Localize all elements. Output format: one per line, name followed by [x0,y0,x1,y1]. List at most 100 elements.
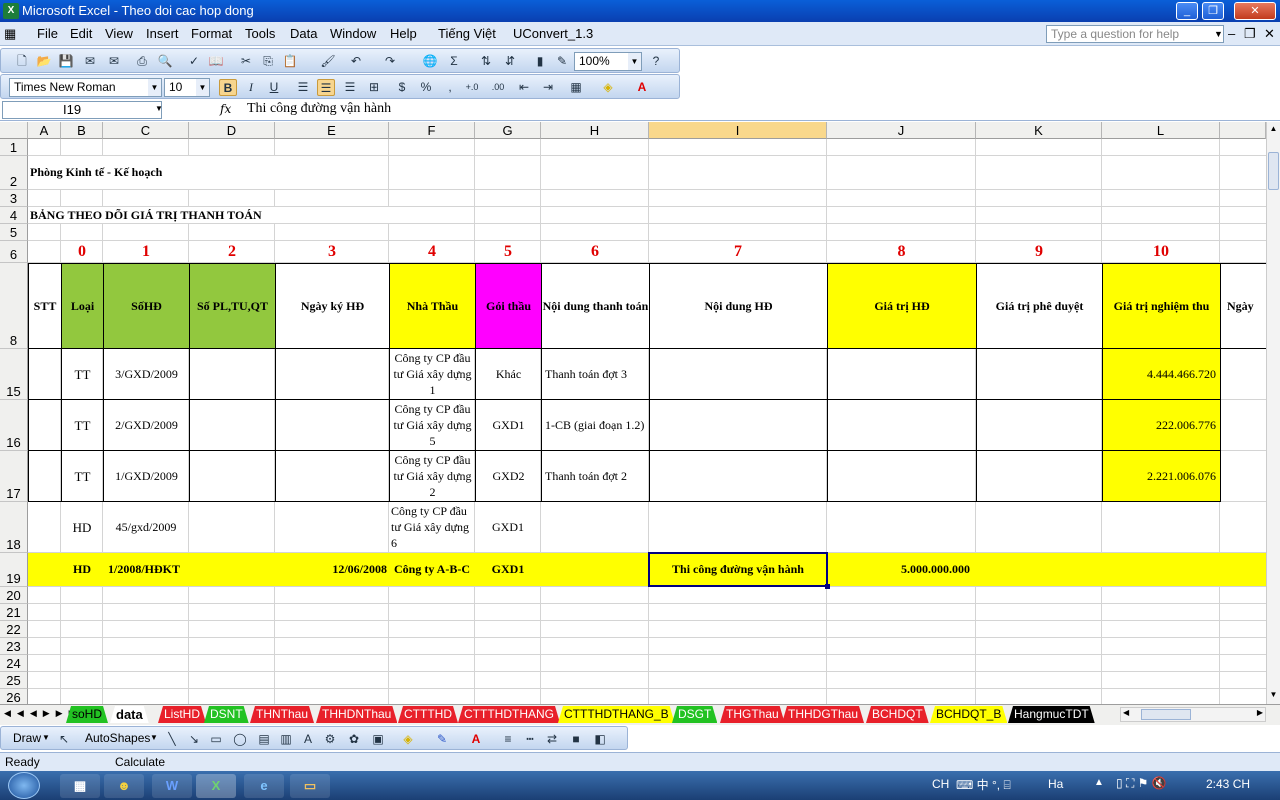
align-left-icon[interactable]: ☰ [294,79,312,96]
cell-nha-thau[interactable]: Công ty CP đầu tư Giá xây dựng 6 [389,502,475,552]
tab-sohd[interactable]: soHD [66,706,108,723]
word-icon[interactable]: W [152,774,192,798]
underline-icon[interactable]: U [265,79,283,96]
cell-nha-thau[interactable]: Công ty CP đầu tư Giá xây dựng 5 [389,399,476,451]
print-preview-icon[interactable]: 🔍 [156,53,174,70]
report-title[interactable]: BẢNG THEO DÕI GIÁ TRỊ THANH TOÁN [30,207,430,223]
row-header-17[interactable]: 17 [0,451,28,502]
tab-cttthdthang-b[interactable]: CTTTHDTHANG_B [558,706,675,723]
select-all-corner[interactable] [0,122,28,139]
header-noi-dung-tt[interactable]: Nội dung thanh toán [541,263,650,349]
doc-restore-button[interactable]: ❐ [1244,26,1256,42]
arrow-icon[interactable]: ↘ [185,731,203,748]
row-header-19[interactable]: 19 [0,553,28,587]
cell-loai[interactable]: HD [61,502,103,552]
row-header-15[interactable]: 15 [0,349,28,400]
menu-format[interactable]: Format [191,26,232,41]
department-title[interactable]: Phòng Kinh tế - Kế hoạch [30,156,330,189]
draw-menu[interactable]: Draw [13,731,41,745]
cell-gia-tri-pd[interactable] [976,399,1103,451]
open-icon[interactable]: 📂 [35,53,53,70]
header-gia-tri-hd[interactable]: Giá trị HĐ [827,263,977,349]
increase-indent-icon[interactable]: ⇥ [539,79,557,96]
font-dropdown-icon[interactable]: ▼ [148,79,161,96]
oval-icon[interactable]: ◯ [231,731,249,748]
bold-icon[interactable]: B [219,79,237,96]
scroll-right-icon[interactable]: ▶ [1257,708,1263,717]
tab-data[interactable]: data [110,706,149,723]
draw-dropdown-icon[interactable]: ▼ [42,733,50,742]
arrow-style-icon[interactable]: ⇄ [543,731,561,748]
close-window-button[interactable]: ✕ [1234,2,1276,20]
cell-gia-tri-pd[interactable] [976,450,1103,502]
scroll-thumb[interactable] [1268,152,1279,190]
header-gia-tri-nt[interactable]: Giá trị nghiệm thu [1102,263,1221,349]
font-size-select[interactable]: 10 ▼ [164,78,210,97]
worksheet-grid[interactable]: A B C D E F G H I J K L 1 2 3 4 5 6 8 15… [0,122,1266,704]
row-header-6[interactable]: 6 [0,241,28,263]
cell-goi-thau[interactable]: GXD1 [475,553,541,586]
cell-loai[interactable]: HD [61,553,103,586]
spelling-icon[interactable]: ✓ [185,53,203,70]
font-color-icon[interactable]: A [633,79,651,96]
increase-decimal-icon[interactable]: +.0 [463,79,481,96]
row-header-8[interactable]: 8 [0,263,28,349]
col-header-j[interactable]: J [827,122,976,139]
menu-tieng-viet[interactable]: Tiếng Việt [438,26,496,41]
header-noi-dung-hd[interactable]: Nội dung HĐ [649,263,828,349]
cell-sohd[interactable]: 2/GXD/2009 [103,399,190,451]
merge-center-icon[interactable]: ⊞ [365,79,383,96]
row-header-20[interactable]: 20 [0,587,28,604]
row-header-16[interactable]: 16 [0,400,28,451]
index-number[interactable]: 0 [61,241,103,262]
tab-thgthau[interactable]: THGThau [720,706,785,723]
minimize-button[interactable]: _ [1176,2,1198,20]
new-icon[interactable]: 🗋 [13,53,31,70]
row-header-1[interactable]: 1 [0,139,28,156]
picture-icon[interactable]: ▣ [369,731,387,748]
cell-loai[interactable]: TT [61,450,104,502]
cell-stt[interactable] [28,399,62,451]
col-header-m[interactable] [1220,122,1266,139]
line-color-icon[interactable]: ✎ [433,731,451,748]
cell-sohd[interactable]: 1/2008/HĐKT [103,553,223,586]
ie-icon[interactable]: e [244,774,284,798]
cell-nha-thau[interactable]: Công ty CP đầu tư Giá xây dựng 2 [389,450,476,502]
cell-loai[interactable]: TT [61,348,104,400]
tab-bchdqt[interactable]: BCHDQT [866,706,929,723]
tab-cttthdthang[interactable]: CTTTHDTHANG [458,706,560,723]
show-desktop-icon[interactable]: ▦ [60,774,100,798]
row-header-5[interactable]: 5 [0,224,28,241]
menu-edit[interactable]: Edit [70,26,92,41]
cut-icon[interactable]: ✂ [237,53,255,70]
active-cell-i19[interactable]: Thi công đường vận hành [648,552,828,587]
decrease-indent-icon[interactable]: ⇤ [515,79,533,96]
shadow-icon[interactable]: ■ [567,731,585,748]
line-style-icon[interactable]: ≡ [499,731,517,748]
menu-uconvert[interactable]: UConvert_1.3 [513,26,593,41]
col-header-k[interactable]: K [976,122,1102,139]
tab-bchdqt-b[interactable]: BCHDQT_B [930,706,1007,723]
sort-desc-icon[interactable]: ⇵ [501,53,519,70]
fx-icon[interactable]: fx [220,102,231,116]
language-indicator[interactable]: CH [932,777,949,791]
clipart-icon[interactable]: ✿ [345,731,363,748]
cell-sohd[interactable]: 1/GXD/2009 [103,450,190,502]
select-objects-icon[interactable]: ↖ [55,731,73,748]
undo-icon[interactable]: ↶ [347,53,365,70]
col-header-i[interactable]: I [649,122,827,139]
cell-stt[interactable] [28,348,62,400]
line-icon[interactable]: ╲ [163,731,181,748]
row-header-2[interactable]: 2 [0,156,28,190]
index-number[interactable]: 4 [389,241,475,262]
cell-loai[interactable]: TT [61,399,104,451]
tab-thnthau[interactable]: THNThau [250,706,314,723]
cell-goi-thau[interactable]: Khác [475,348,542,400]
header-goi-thau[interactable]: Gói thầu [475,263,542,349]
italic-icon[interactable]: I [242,79,260,96]
chart-wizard-icon[interactable]: ▮ [531,53,549,70]
cell-goi-thau[interactable]: GXD2 [475,450,542,502]
col-header-b[interactable]: B [61,122,103,139]
align-center-icon[interactable]: ☰ [317,79,335,96]
save-icon[interactable]: 💾 [57,53,75,70]
